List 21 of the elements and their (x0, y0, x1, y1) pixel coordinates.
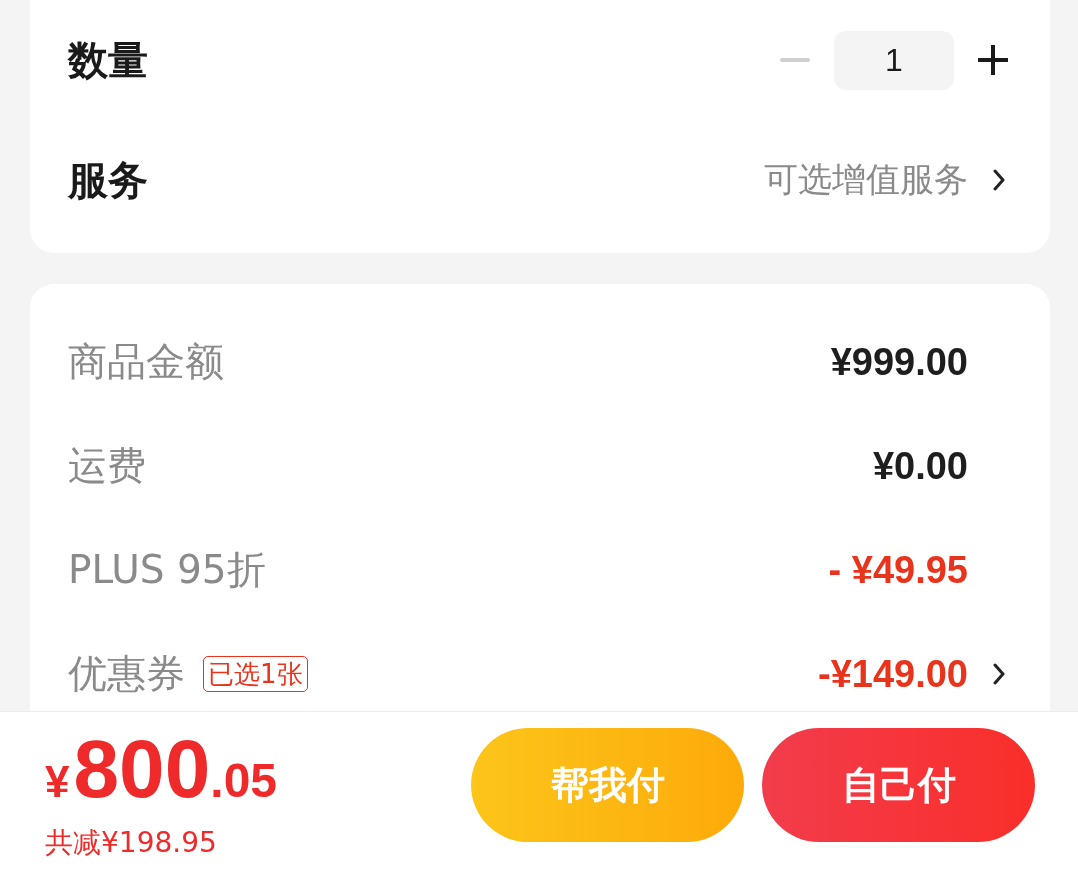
quantity-label: 数量 (68, 35, 148, 85)
price-value: ¥999.00 (830, 340, 968, 384)
price-label: 优惠券 (68, 650, 185, 698)
service-option-link[interactable]: 可选增值服务 (764, 157, 968, 203)
price-label: PLUS 95折 (68, 546, 266, 594)
price-value: -¥149.00 (818, 652, 968, 696)
coupon-badge: 已选1张 (203, 656, 308, 692)
quantity-field[interactable]: 1 (834, 30, 954, 90)
total-price: ¥800.05 (45, 728, 278, 810)
increase-button[interactable] (978, 45, 1008, 75)
pay-button[interactable]: 自己付 (762, 728, 1035, 842)
plus-icon (978, 45, 1008, 75)
chevron-right-icon[interactable] (993, 663, 1005, 685)
savings-text: 共减¥198.95 (45, 825, 217, 861)
chevron-right-icon[interactable] (993, 169, 1005, 191)
minus-icon (780, 58, 810, 62)
price-label: 运费 (68, 442, 146, 490)
service-label: 服务 (68, 155, 148, 205)
price-label: 商品金额 (68, 338, 224, 386)
price-value: - ¥49.95 (828, 548, 968, 592)
price-value: ¥0.00 (872, 444, 968, 488)
